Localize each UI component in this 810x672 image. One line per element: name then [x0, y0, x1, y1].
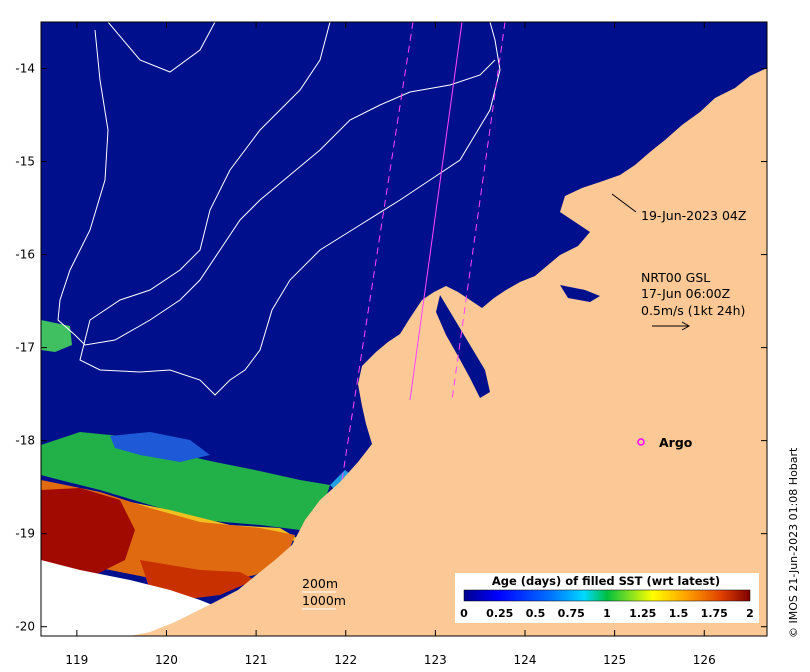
track-time-label: 19-Jun-2023 04Z: [641, 208, 746, 223]
colorbar-tick-label: 0.75: [558, 607, 585, 620]
x-tick-label: 126: [693, 653, 716, 667]
credit-text: © IMOS 21-Jun-2023 01:08 Hobart: [787, 447, 800, 638]
x-tick-label: 125: [603, 653, 626, 667]
y-tick-label: -20: [15, 620, 35, 634]
colorbar-tick-label: 0: [460, 607, 468, 620]
colorbar: Age (days) of filled SST (wrt latest) 00…: [455, 573, 759, 623]
colorbar-ramp: [463, 589, 751, 602]
colorbar-tick-label: 0.25: [486, 607, 513, 620]
x-tick-label: 123: [424, 653, 447, 667]
y-tick-label: -15: [15, 155, 35, 169]
x-tick-label: 122: [334, 653, 357, 667]
colorbar-tick-label: 1: [603, 607, 611, 620]
colorbar-tick-label: 1.75: [701, 607, 728, 620]
y-tick-label: -16: [15, 248, 35, 262]
y-tick-label: -19: [15, 527, 35, 541]
colorbar-tick-label: 2: [746, 607, 754, 620]
sst-age-map: -14-15-16-17-18-19-20 119 120 121 122 123 124…: [15, 21, 800, 667]
current-label-line1: NRT00 GSL: [641, 270, 710, 285]
contour-1000m-label: 1000m: [302, 593, 346, 608]
colorbar-tick-label: 1.5: [669, 607, 689, 620]
argo-label: Argo: [659, 435, 693, 450]
current-label-line2: 17-Jun 06:00Z: [641, 286, 730, 301]
colorbar-tick-label: 0.5: [526, 607, 546, 620]
y-tick-label: -18: [15, 434, 35, 448]
x-tick-label: 121: [245, 653, 268, 667]
colorbar-title: Age (days) of filled SST (wrt latest): [492, 574, 720, 588]
colorbar-tick-label: 1.25: [629, 607, 656, 620]
contour-200m-label: 200m: [302, 576, 338, 591]
x-tick-label: 119: [65, 653, 88, 667]
map-area: [41, 22, 767, 636]
x-tick-label: 120: [155, 653, 178, 667]
y-tick-label: -14: [15, 62, 35, 76]
colorbar-ticks: 0 0.25 0.5 0.75 1 1.25 1.5 1.75 2: [460, 607, 754, 620]
current-label-line3: 0.5m/s (1kt 24h): [641, 303, 745, 318]
y-tick-label: -17: [15, 341, 35, 355]
x-tick-label: 124: [514, 653, 537, 667]
